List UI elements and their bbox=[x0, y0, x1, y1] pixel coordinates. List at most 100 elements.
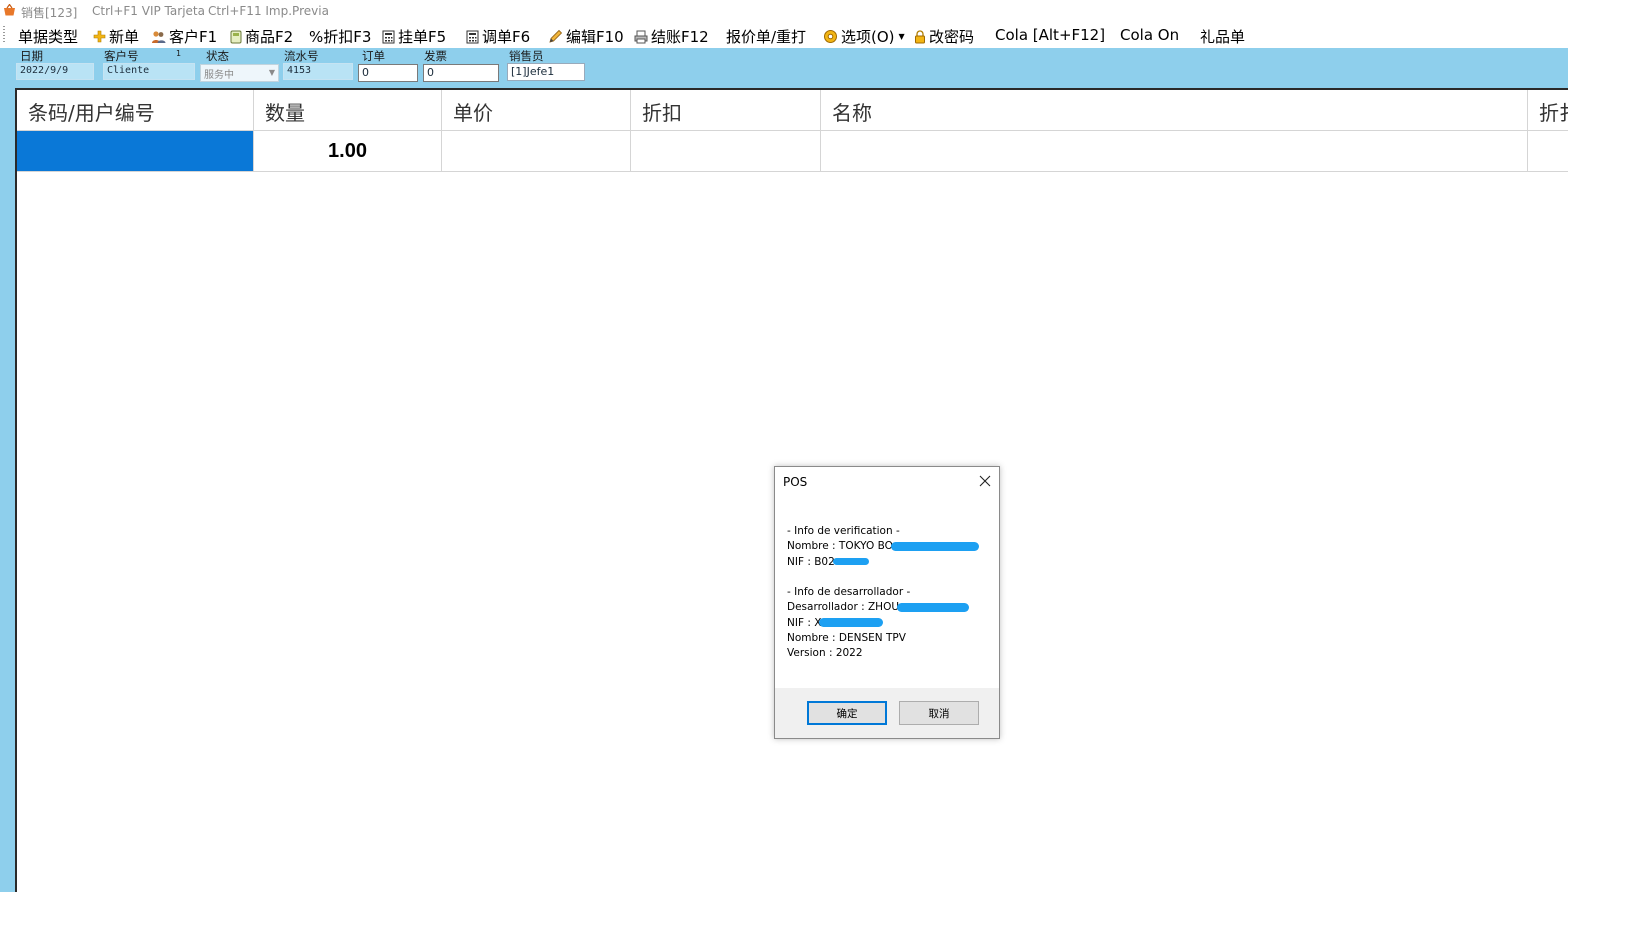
menu-recall[interactable]: 调单F6 bbox=[466, 26, 530, 47]
hint-preview: Ctrl+F11 Imp.Previa bbox=[208, 4, 329, 18]
seller-field[interactable]: [1]Jefe1 bbox=[507, 63, 585, 81]
menu-bar: 单据类型 新单 客户F1 商品F2 %折扣F3 挂单F5 调单F6 编辑F10 … bbox=[0, 22, 1568, 48]
verification-nif: NIF : B02 bbox=[787, 555, 835, 568]
dialog-footer: 确定 取消 bbox=[775, 688, 999, 738]
cell-name[interactable] bbox=[821, 131, 1528, 172]
printer-icon bbox=[634, 30, 648, 43]
menu-label: 礼品单 bbox=[1200, 28, 1246, 46]
info-line: - Info de desarrollador - bbox=[787, 585, 979, 600]
info-line: Version : 2022 bbox=[787, 646, 979, 661]
menu-change-password[interactable]: 改密码 bbox=[914, 26, 974, 47]
info-line: Desarrollador : ZHOU bbox=[787, 600, 979, 615]
window-title: 销售[123] bbox=[21, 6, 78, 20]
status-select[interactable]: 服务中 ▼ bbox=[200, 64, 279, 82]
calculator-icon bbox=[382, 30, 395, 43]
redaction-mark bbox=[897, 602, 970, 612]
menu-hold[interactable]: 挂单F5 bbox=[382, 26, 446, 47]
invoice-label: 发票 bbox=[424, 49, 447, 63]
menu-label: 结账F12 bbox=[651, 28, 709, 46]
serial-label: 流水号 bbox=[284, 49, 319, 63]
serial-field[interactable]: 4153 bbox=[283, 63, 353, 80]
cell-barcode[interactable] bbox=[17, 131, 254, 172]
menu-new[interactable]: 新单 bbox=[93, 26, 139, 47]
chevron-down-icon: ▼ bbox=[268, 68, 275, 77]
menu-label: 挂单F5 bbox=[398, 28, 447, 46]
close-icon[interactable] bbox=[978, 474, 992, 488]
menu-cola-on[interactable]: Cola On bbox=[1120, 26, 1179, 44]
cancel-button[interactable]: 取消 bbox=[899, 701, 979, 725]
dialog-message: - Info de verification - Nombre : TOKYO … bbox=[787, 524, 979, 662]
column-header-barcode[interactable]: 条码/用户编号 bbox=[17, 90, 254, 131]
info-line: - Info de verification - bbox=[787, 524, 979, 539]
menu-label: 调单F6 bbox=[482, 28, 531, 46]
menu-label: 新单 bbox=[109, 28, 140, 46]
order-label: 订单 bbox=[362, 49, 385, 63]
column-header-price[interactable]: 单价 bbox=[442, 90, 631, 131]
hint-vip: Ctrl+F1 VIP Tarjeta bbox=[92, 4, 205, 18]
version: Version : 2022 bbox=[787, 647, 863, 660]
cell-discount[interactable] bbox=[631, 131, 821, 172]
column-header-discount[interactable]: 折扣 bbox=[631, 90, 821, 131]
invoice-field[interactable]: 0 bbox=[423, 64, 499, 82]
date-field[interactable]: 2022/9/9 bbox=[16, 63, 94, 80]
column-header-discount-2[interactable]: 折扌 bbox=[1528, 90, 1568, 131]
menu-gift-order[interactable]: 礼品单 bbox=[1200, 26, 1245, 47]
info-line: NIF : B02 bbox=[787, 555, 979, 570]
column-header-name[interactable]: 名称 bbox=[821, 90, 1528, 131]
developer-nif: NIF : X bbox=[787, 616, 822, 629]
menu-quote-reprint[interactable]: 报价单/重打 bbox=[726, 26, 806, 47]
column-header-quantity[interactable]: 数量 bbox=[254, 90, 442, 131]
menu-cola-shortcut[interactable]: Cola [Alt+F12] bbox=[995, 26, 1105, 44]
redaction-mark bbox=[890, 541, 979, 551]
product-name: Nombre : DENSEN TPV bbox=[787, 632, 906, 645]
cell-price[interactable] bbox=[442, 131, 631, 172]
developer-heading: - Info de desarrollador - bbox=[787, 586, 911, 599]
menu-discount[interactable]: %折扣F3 bbox=[309, 26, 371, 47]
customer-label: 客户号 bbox=[104, 49, 139, 63]
menu-label: 改密码 bbox=[929, 28, 975, 46]
status-label: 状态 bbox=[206, 49, 229, 63]
status-value: 服务中 bbox=[204, 70, 234, 81]
customer-field[interactable]: Cliente bbox=[103, 63, 195, 80]
redaction-mark bbox=[832, 558, 869, 566]
header-fields: 日期 2022/9/9 客户号 1 Cliente 状态 服务中 ▼ 流水号 4… bbox=[0, 48, 1568, 88]
developer-name: Desarrollador : ZHOU bbox=[787, 601, 900, 614]
menu-label: 选项(O) bbox=[841, 28, 895, 46]
calculator-icon bbox=[466, 30, 479, 43]
customer-count: 1 bbox=[176, 49, 182, 58]
users-icon bbox=[152, 30, 166, 43]
product-icon bbox=[230, 30, 242, 43]
title-bar: 销售[123] Ctrl+F1 VIP Tarjeta Ctrl+F11 Imp… bbox=[0, 0, 1568, 22]
chevron-down-icon: ▼ bbox=[898, 32, 905, 41]
menu-checkout[interactable]: 结账F12 bbox=[634, 26, 709, 47]
info-line: Nombre : DENSEN TPV bbox=[787, 631, 979, 646]
order-field[interactable]: 0 bbox=[358, 64, 418, 82]
menu-doc-type[interactable]: 单据类型 bbox=[18, 26, 78, 47]
pencil-icon bbox=[549, 29, 563, 43]
basket-icon bbox=[4, 4, 15, 16]
seller-label: 销售员 bbox=[509, 49, 544, 63]
menu-label: 编辑F10 bbox=[566, 28, 624, 46]
info-line: Nombre : TOKYO BO bbox=[787, 539, 979, 554]
plus-icon bbox=[93, 30, 106, 43]
about-dialog: POS - Info de verification - Nombre : TO… bbox=[774, 466, 1000, 739]
date-label: 日期 bbox=[20, 49, 43, 63]
lock-icon bbox=[915, 29, 925, 43]
menu-label: 单据类型 bbox=[18, 28, 79, 46]
menu-options[interactable]: 选项(O) ▼ bbox=[823, 26, 905, 47]
menu-label: %折扣F3 bbox=[309, 28, 372, 46]
info-line: NIF : X bbox=[787, 616, 979, 631]
options-icon bbox=[824, 30, 837, 43]
verification-name: Nombre : TOKYO BO bbox=[787, 540, 893, 553]
menu-customer[interactable]: 客户F1 bbox=[151, 26, 217, 47]
info-line bbox=[787, 570, 979, 585]
menu-label: Cola [Alt+F12] bbox=[995, 26, 1106, 44]
cell-quantity[interactable]: 1.00 bbox=[254, 131, 442, 172]
menu-edit[interactable]: 编辑F10 bbox=[548, 26, 624, 47]
menu-label: 客户F1 bbox=[169, 28, 218, 46]
redaction-mark bbox=[819, 618, 884, 628]
cell-extra[interactable] bbox=[1528, 131, 1568, 172]
menu-product[interactable]: 商品F2 bbox=[230, 26, 293, 47]
ok-button[interactable]: 确定 bbox=[807, 701, 887, 725]
toolbar-grip[interactable] bbox=[3, 26, 5, 44]
